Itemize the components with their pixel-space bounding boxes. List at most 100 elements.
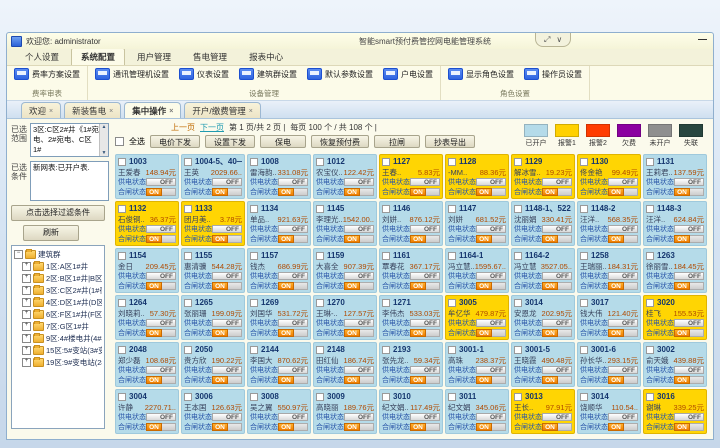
supply-toggle[interactable]: OFF <box>476 366 506 374</box>
close-toggle[interactable]: ON <box>542 329 572 337</box>
supply-toggle[interactable]: OFF <box>542 178 572 186</box>
room-card[interactable]: 1130佟金艳99.49元供电状态OFF合闸状态ON <box>577 154 641 199</box>
room-card[interactable]: 1148-3汪洋..624.84元供电状态OFF合闸状态ON <box>643 201 707 246</box>
supply-toggle[interactable]: OFF <box>608 225 638 233</box>
supply-toggle[interactable]: OFF <box>476 319 506 327</box>
room-checkbox[interactable] <box>448 158 456 166</box>
room-card[interactable]: 1012农宝仪..122.42元供电状态OFF合闸状态ON <box>313 154 377 199</box>
room-card[interactable]: 1131王莉君..137.59元供电状态OFF合闸状态ON <box>643 154 707 199</box>
room-checkbox[interactable] <box>646 299 654 307</box>
room-checkbox[interactable] <box>580 205 588 213</box>
supply-toggle[interactable]: OFF <box>278 225 308 233</box>
menu-item-0[interactable]: 个人设置 <box>15 48 69 65</box>
close-toggle[interactable]: ON <box>608 376 638 384</box>
supply-toggle[interactable]: OFF <box>146 413 176 421</box>
chevron-down-icon[interactable]: ∨ <box>556 35 562 44</box>
tab-1[interactable]: 新装售电× <box>64 102 121 118</box>
close-toggle[interactable]: ON <box>608 235 638 243</box>
supply-toggle[interactable]: OFF <box>344 225 374 233</box>
supply-toggle[interactable]: OFF <box>476 178 506 186</box>
room-checkbox[interactable] <box>118 346 126 354</box>
expand-icon[interactable]: + <box>22 262 31 271</box>
supply-toggle[interactable]: OFF <box>476 413 506 421</box>
room-card[interactable]: 2144李国大870.62元供电状态OFF合闸状态ON <box>247 342 311 387</box>
close-toggle[interactable]: ON <box>212 329 242 337</box>
tree-item-5[interactable]: +7区:G区1#井 <box>22 321 102 332</box>
supply-toggle[interactable]: OFF <box>212 366 242 374</box>
room-card[interactable]: 1159大喜全907.39元供电状态OFF合闸状态ON <box>313 248 377 293</box>
room-card[interactable]: 3016谢琳339.25元供电状态OFF合闸状态ON <box>643 389 707 434</box>
close-toggle[interactable]: ON <box>674 188 704 196</box>
close-toggle[interactable]: ON <box>410 423 440 431</box>
close-toggle[interactable]: ON <box>476 329 506 337</box>
close-toggle[interactable]: ON <box>344 376 374 384</box>
room-checkbox[interactable] <box>118 158 126 166</box>
room-checkbox[interactable] <box>514 205 522 213</box>
close-toggle[interactable]: ON <box>344 423 374 431</box>
supply-toggle[interactable]: OFF <box>344 178 374 186</box>
supply-toggle[interactable]: OFF <box>278 319 308 327</box>
room-card[interactable]: 3017钱大伟121.40元供电状态OFF合闸状态ON <box>577 295 641 340</box>
close-toggle[interactable]: ON <box>146 235 176 243</box>
close-toggle[interactable]: ON <box>278 188 308 196</box>
menu-item-1[interactable]: 系统配置 <box>71 48 125 65</box>
ribbon-button[interactable]: 默认参数设置 <box>307 68 373 80</box>
room-card[interactable]: 1134单品..921.63元供电状态OFF合闸状态ON <box>247 201 311 246</box>
toolbar-button-4[interactable]: 拉闸 <box>374 135 420 148</box>
close-toggle[interactable]: ON <box>608 329 638 337</box>
room-checkbox[interactable] <box>316 346 324 354</box>
supply-toggle[interactable]: OFF <box>146 178 176 186</box>
supply-toggle[interactable]: OFF <box>608 413 638 421</box>
expand-icon[interactable]: + <box>22 286 31 295</box>
supply-toggle[interactable]: OFF <box>344 272 374 280</box>
room-checkbox[interactable] <box>514 299 522 307</box>
tree-item-7[interactable]: +15区:5#变站(3#变... <box>22 345 102 356</box>
room-checkbox[interactable] <box>316 252 324 260</box>
room-card[interactable]: 1157钱杰686.99元供电状态OFF合闸状态ON <box>247 248 311 293</box>
tab-close-icon[interactable]: × <box>249 108 253 115</box>
expand-icon[interactable]: + <box>22 322 31 331</box>
expand-icon[interactable]: + <box>22 346 31 355</box>
close-toggle[interactable]: ON <box>278 423 308 431</box>
tab-close-icon[interactable]: × <box>169 108 173 115</box>
menu-item-2[interactable]: 用户管理 <box>127 48 181 65</box>
room-card[interactable]: 1145李理光..1542.00..供电状态OFF合闸状态ON <box>313 201 377 246</box>
tab-0[interactable]: 欢迎× <box>21 102 61 118</box>
expand-icon[interactable]: + <box>22 298 31 307</box>
supply-toggle[interactable]: OFF <box>476 272 506 280</box>
room-card[interactable]: 1269刘国华531.72元供电状态OFF合闸状态ON <box>247 295 311 340</box>
condition-box[interactable]: 新网表:已开户表. <box>30 161 109 201</box>
range-listbox[interactable]: 3区:C区2#井《1#宛电、2#宛电、C区1# ▲▼ <box>30 123 109 157</box>
room-checkbox[interactable] <box>382 299 390 307</box>
supply-toggle[interactable]: OFF <box>344 366 374 374</box>
room-checkbox[interactable] <box>382 252 390 260</box>
menu-item-4[interactable]: 报表中心 <box>239 48 293 65</box>
next-page-link[interactable]: 下一页 <box>200 122 224 133</box>
close-toggle[interactable]: ON <box>146 376 176 384</box>
toolbar-button-3[interactable]: 恢复预付费 <box>311 135 369 148</box>
ribbon-button[interactable]: 通讯管理机设置 <box>95 68 169 80</box>
room-card[interactable]: 1133团月美..3.78元供电状态OFF合闸状态ON <box>181 201 245 246</box>
room-card[interactable]: 1147刘姘681.52元供电状态OFF合闸状态ON <box>445 201 509 246</box>
supply-toggle[interactable]: OFF <box>146 366 176 374</box>
tab-3[interactable]: 开户/缴费管理× <box>184 102 260 118</box>
room-checkbox[interactable] <box>250 158 258 166</box>
close-toggle[interactable]: ON <box>476 188 506 196</box>
close-toggle[interactable]: ON <box>674 282 704 290</box>
close-toggle[interactable]: ON <box>542 188 572 196</box>
room-checkbox[interactable] <box>448 252 456 260</box>
room-checkbox[interactable] <box>316 158 324 166</box>
room-checkbox[interactable] <box>118 299 126 307</box>
supply-toggle[interactable]: OFF <box>278 178 308 186</box>
toolbar-button-5[interactable]: 抄表导出 <box>425 135 475 148</box>
room-checkbox[interactable] <box>448 205 456 213</box>
room-card[interactable]: 1264刘晓莉..57.30元供电状态OFF合闸状态ON <box>115 295 179 340</box>
room-checkbox[interactable] <box>580 158 588 166</box>
tree-item-1[interactable]: +2区:B区1#井|B区1#楼 <box>22 273 102 284</box>
room-checkbox[interactable] <box>118 205 126 213</box>
close-toggle[interactable]: ON <box>542 282 572 290</box>
close-toggle[interactable]: ON <box>146 188 176 196</box>
room-card[interactable]: 1128-MM..88.36元供电状态OFF合闸状态ON <box>445 154 509 199</box>
room-checkbox[interactable] <box>250 299 258 307</box>
close-toggle[interactable]: ON <box>278 329 308 337</box>
